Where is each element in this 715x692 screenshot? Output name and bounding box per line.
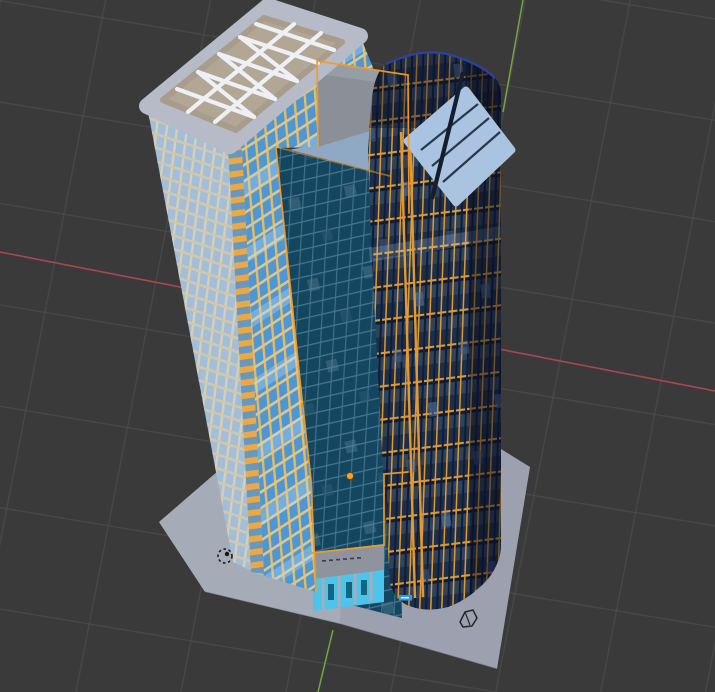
viewport-3d[interactable] — [0, 0, 715, 692]
right-base-sign — [399, 595, 412, 601]
viewport-canvas[interactable] — [0, 0, 715, 692]
tower-right[interactable] — [368, 52, 512, 609]
origin-dot-icon[interactable] — [347, 473, 354, 480]
center-entrance — [313, 544, 384, 611]
